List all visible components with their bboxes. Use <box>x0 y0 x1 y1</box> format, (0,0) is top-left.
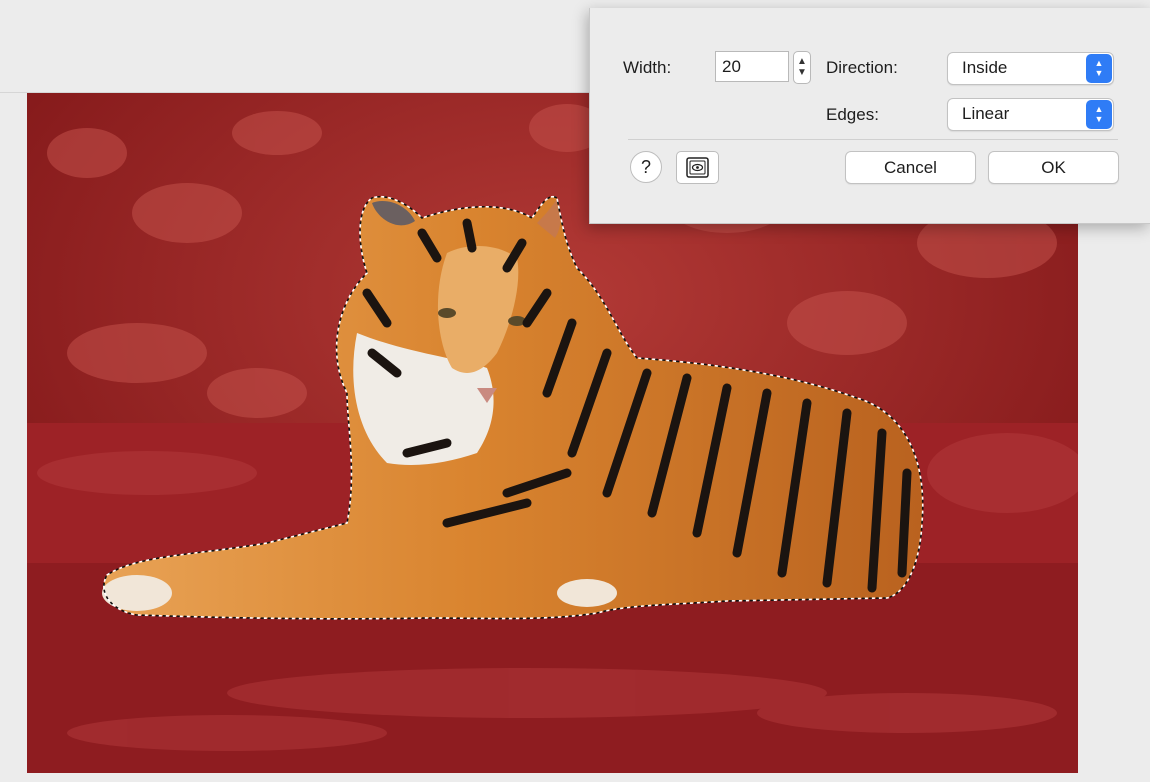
direction-value: Inside <box>962 58 1008 77</box>
direction-popup[interactable]: Inside ▲ ▼ <box>947 52 1114 85</box>
feather-dialog: Width: 20 ▲ ▼ Direction: Inside ▲ ▼ Edges:… <box>589 8 1150 224</box>
preview-eye-icon <box>686 157 709 178</box>
edges-popup[interactable]: Linear ▲ ▼ <box>947 98 1114 131</box>
chevron-updown-icon: ▲ ▼ <box>1086 54 1112 83</box>
divider <box>628 139 1118 140</box>
stepper-arrows-icon[interactable]: ▲ ▼ <box>793 51 811 84</box>
width-label: Width: <box>623 58 672 77</box>
ok-button[interactable]: OK <box>988 151 1119 184</box>
edges-label: Edges: <box>826 105 879 124</box>
direction-label: Direction: <box>826 58 898 77</box>
cancel-button[interactable]: Cancel <box>845 151 976 184</box>
preview-button[interactable] <box>676 151 719 184</box>
width-input[interactable]: 20 <box>715 51 789 82</box>
chevron-updown-icon: ▲ ▼ <box>1086 100 1112 129</box>
edges-value: Linear <box>962 104 1010 123</box>
help-icon[interactable]: ? <box>630 151 662 183</box>
